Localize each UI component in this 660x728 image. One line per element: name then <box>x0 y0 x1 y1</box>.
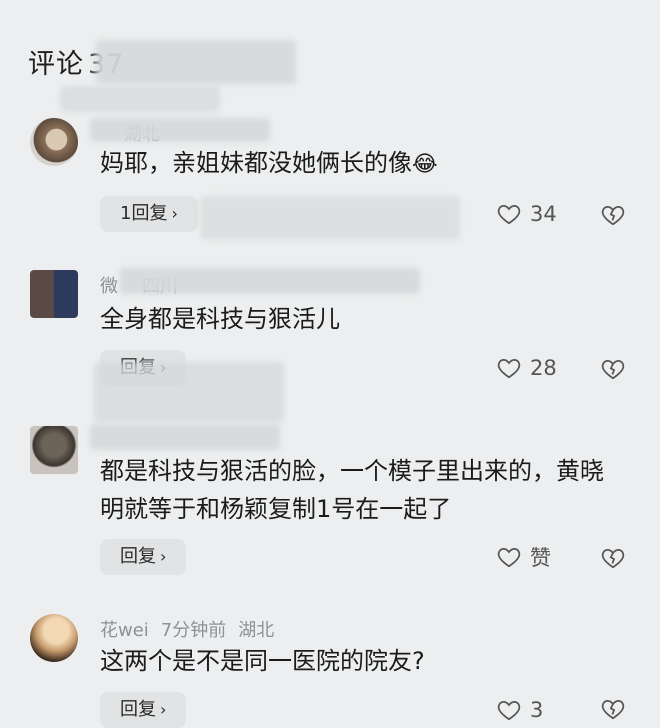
privacy-blur <box>94 362 284 422</box>
avatar[interactable] <box>30 270 78 318</box>
privacy-blur <box>120 268 420 294</box>
heart-outline-icon <box>497 359 521 379</box>
broken-heart-icon[interactable] <box>600 356 626 382</box>
avatar[interactable] <box>30 118 78 166</box>
heart-outline-icon <box>497 701 521 721</box>
username[interactable]: 花wei <box>100 620 149 641</box>
laughing-emoji: 😂 <box>412 152 438 177</box>
comment-text: 都是科技与狠活的脸，一个模子里出来的，黄晓明就等于和杨颖复制1号在一起了 <box>100 457 604 523</box>
like-count: 28 <box>530 356 557 380</box>
chevron-right-icon: › <box>171 204 178 223</box>
reply-button[interactable]: 1回复 › <box>100 196 198 232</box>
like-button[interactable]: 3 <box>496 694 543 726</box>
heart-outline-icon <box>497 548 521 568</box>
heart-outline-icon <box>497 205 521 225</box>
comment-text: 全身都是科技与狠活儿 <box>100 305 340 333</box>
like-button[interactable]: 34 <box>496 198 557 230</box>
broken-heart-icon[interactable] <box>600 202 626 228</box>
timestamp: 7分钟前 <box>160 620 227 641</box>
privacy-blur <box>60 86 220 112</box>
privacy-blur <box>200 196 460 240</box>
reply-button[interactable]: 回复› <box>100 539 187 575</box>
privacy-blur <box>90 424 280 450</box>
like-button[interactable]: 28 <box>496 352 557 384</box>
broken-heart-icon[interactable] <box>600 545 626 571</box>
reply-button[interactable]: 回复› <box>100 692 187 728</box>
avatar[interactable] <box>30 426 78 474</box>
privacy-blur <box>90 118 270 142</box>
like-count: 赞 <box>530 546 551 570</box>
like-count: 3 <box>530 698 544 722</box>
avatar[interactable] <box>30 614 78 662</box>
location: 湖北 <box>238 620 275 641</box>
comment-text: 这两个是不是同一医院的院友? <box>100 647 425 675</box>
chevron-right-icon: › <box>160 547 167 566</box>
comment-meta: 花wei 7分钟前 湖北 <box>100 616 286 642</box>
like-button[interactable]: 赞 <box>496 541 551 573</box>
privacy-blur <box>96 40 296 84</box>
comment-item: 花wei 7分钟前 湖北 这两个是不是同一医院的院友? 回复 › 3 <box>0 612 660 728</box>
username[interactable]: 微 <box>100 276 118 297</box>
comment-text: 妈耶，亲姐妹都没她俩长的像😂 <box>100 149 438 177</box>
comments-title: 评论 <box>28 49 84 80</box>
broken-heart-icon[interactable] <box>600 696 626 722</box>
like-count: 34 <box>530 202 557 226</box>
chevron-right-icon: › <box>160 700 167 719</box>
